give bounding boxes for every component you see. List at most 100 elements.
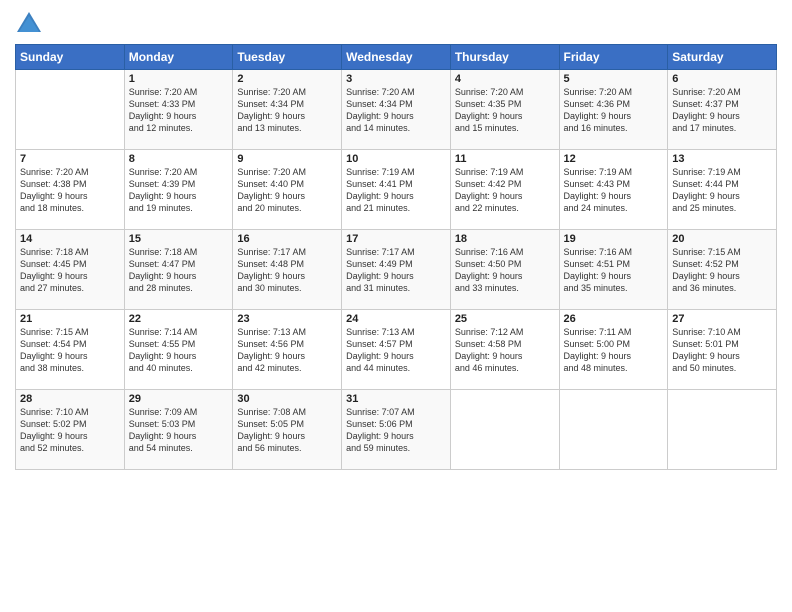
day-number: 12 [564, 153, 664, 165]
day-content: Sunrise: 7:07 AM Sunset: 5:06 PM Dayligh… [346, 406, 446, 455]
day-content: Sunrise: 7:10 AM Sunset: 5:01 PM Dayligh… [672, 326, 772, 375]
day-number: 8 [129, 153, 229, 165]
day-content: Sunrise: 7:13 AM Sunset: 4:57 PM Dayligh… [346, 326, 446, 375]
calendar-cell: 23Sunrise: 7:13 AM Sunset: 4:56 PM Dayli… [233, 310, 342, 390]
calendar-cell [668, 390, 777, 470]
calendar-cell: 2Sunrise: 7:20 AM Sunset: 4:34 PM Daylig… [233, 70, 342, 150]
calendar-cell: 18Sunrise: 7:16 AM Sunset: 4:50 PM Dayli… [450, 230, 559, 310]
logo-icon [15, 10, 43, 38]
calendar-week-5: 28Sunrise: 7:10 AM Sunset: 5:02 PM Dayli… [16, 390, 777, 470]
calendar-cell: 7Sunrise: 7:20 AM Sunset: 4:38 PM Daylig… [16, 150, 125, 230]
calendar-cell: 17Sunrise: 7:17 AM Sunset: 4:49 PM Dayli… [342, 230, 451, 310]
calendar-cell [559, 390, 668, 470]
calendar-cell [16, 70, 125, 150]
day-number: 9 [237, 153, 337, 165]
page: SundayMondayTuesdayWednesdayThursdayFrid… [0, 0, 792, 612]
day-number: 4 [455, 73, 555, 85]
column-header-thursday: Thursday [450, 45, 559, 70]
calendar-cell: 19Sunrise: 7:16 AM Sunset: 4:51 PM Dayli… [559, 230, 668, 310]
column-header-tuesday: Tuesday [233, 45, 342, 70]
calendar-table: SundayMondayTuesdayWednesdayThursdayFrid… [15, 44, 777, 470]
calendar-cell: 8Sunrise: 7:20 AM Sunset: 4:39 PM Daylig… [124, 150, 233, 230]
day-number: 21 [20, 313, 120, 325]
calendar-cell: 29Sunrise: 7:09 AM Sunset: 5:03 PM Dayli… [124, 390, 233, 470]
calendar-week-3: 14Sunrise: 7:18 AM Sunset: 4:45 PM Dayli… [16, 230, 777, 310]
day-content: Sunrise: 7:20 AM Sunset: 4:33 PM Dayligh… [129, 86, 229, 135]
day-content: Sunrise: 7:19 AM Sunset: 4:43 PM Dayligh… [564, 166, 664, 215]
day-content: Sunrise: 7:13 AM Sunset: 4:56 PM Dayligh… [237, 326, 337, 375]
day-number: 26 [564, 313, 664, 325]
day-number: 27 [672, 313, 772, 325]
day-content: Sunrise: 7:16 AM Sunset: 4:51 PM Dayligh… [564, 246, 664, 295]
day-content: Sunrise: 7:14 AM Sunset: 4:55 PM Dayligh… [129, 326, 229, 375]
day-content: Sunrise: 7:16 AM Sunset: 4:50 PM Dayligh… [455, 246, 555, 295]
calendar-cell: 26Sunrise: 7:11 AM Sunset: 5:00 PM Dayli… [559, 310, 668, 390]
day-content: Sunrise: 7:10 AM Sunset: 5:02 PM Dayligh… [20, 406, 120, 455]
day-content: Sunrise: 7:18 AM Sunset: 4:45 PM Dayligh… [20, 246, 120, 295]
day-content: Sunrise: 7:20 AM Sunset: 4:40 PM Dayligh… [237, 166, 337, 215]
calendar-week-1: 1Sunrise: 7:20 AM Sunset: 4:33 PM Daylig… [16, 70, 777, 150]
day-content: Sunrise: 7:20 AM Sunset: 4:34 PM Dayligh… [237, 86, 337, 135]
day-number: 28 [20, 393, 120, 405]
day-content: Sunrise: 7:09 AM Sunset: 5:03 PM Dayligh… [129, 406, 229, 455]
day-number: 1 [129, 73, 229, 85]
day-content: Sunrise: 7:20 AM Sunset: 4:34 PM Dayligh… [346, 86, 446, 135]
day-number: 2 [237, 73, 337, 85]
day-content: Sunrise: 7:15 AM Sunset: 4:52 PM Dayligh… [672, 246, 772, 295]
calendar-cell: 24Sunrise: 7:13 AM Sunset: 4:57 PM Dayli… [342, 310, 451, 390]
day-content: Sunrise: 7:20 AM Sunset: 4:37 PM Dayligh… [672, 86, 772, 135]
calendar-cell: 21Sunrise: 7:15 AM Sunset: 4:54 PM Dayli… [16, 310, 125, 390]
day-number: 19 [564, 233, 664, 245]
day-number: 25 [455, 313, 555, 325]
calendar-cell: 9Sunrise: 7:20 AM Sunset: 4:40 PM Daylig… [233, 150, 342, 230]
calendar-cell: 20Sunrise: 7:15 AM Sunset: 4:52 PM Dayli… [668, 230, 777, 310]
day-number: 11 [455, 153, 555, 165]
calendar-cell: 10Sunrise: 7:19 AM Sunset: 4:41 PM Dayli… [342, 150, 451, 230]
header [15, 10, 777, 38]
day-number: 20 [672, 233, 772, 245]
day-number: 7 [20, 153, 120, 165]
column-header-monday: Monday [124, 45, 233, 70]
day-number: 24 [346, 313, 446, 325]
day-number: 29 [129, 393, 229, 405]
day-content: Sunrise: 7:20 AM Sunset: 4:39 PM Dayligh… [129, 166, 229, 215]
calendar-cell: 6Sunrise: 7:20 AM Sunset: 4:37 PM Daylig… [668, 70, 777, 150]
day-number: 23 [237, 313, 337, 325]
calendar-cell: 31Sunrise: 7:07 AM Sunset: 5:06 PM Dayli… [342, 390, 451, 470]
day-number: 16 [237, 233, 337, 245]
day-number: 30 [237, 393, 337, 405]
column-header-friday: Friday [559, 45, 668, 70]
calendar-week-4: 21Sunrise: 7:15 AM Sunset: 4:54 PM Dayli… [16, 310, 777, 390]
day-number: 22 [129, 313, 229, 325]
calendar-cell: 3Sunrise: 7:20 AM Sunset: 4:34 PM Daylig… [342, 70, 451, 150]
day-number: 6 [672, 73, 772, 85]
day-content: Sunrise: 7:20 AM Sunset: 4:36 PM Dayligh… [564, 86, 664, 135]
calendar-cell: 12Sunrise: 7:19 AM Sunset: 4:43 PM Dayli… [559, 150, 668, 230]
calendar-cell: 25Sunrise: 7:12 AM Sunset: 4:58 PM Dayli… [450, 310, 559, 390]
day-number: 31 [346, 393, 446, 405]
calendar-cell: 4Sunrise: 7:20 AM Sunset: 4:35 PM Daylig… [450, 70, 559, 150]
calendar-cell [450, 390, 559, 470]
calendar-cell: 14Sunrise: 7:18 AM Sunset: 4:45 PM Dayli… [16, 230, 125, 310]
day-content: Sunrise: 7:17 AM Sunset: 4:48 PM Dayligh… [237, 246, 337, 295]
calendar-cell: 30Sunrise: 7:08 AM Sunset: 5:05 PM Dayli… [233, 390, 342, 470]
calendar-cell: 5Sunrise: 7:20 AM Sunset: 4:36 PM Daylig… [559, 70, 668, 150]
day-content: Sunrise: 7:11 AM Sunset: 5:00 PM Dayligh… [564, 326, 664, 375]
column-header-saturday: Saturday [668, 45, 777, 70]
day-content: Sunrise: 7:08 AM Sunset: 5:05 PM Dayligh… [237, 406, 337, 455]
calendar-cell: 16Sunrise: 7:17 AM Sunset: 4:48 PM Dayli… [233, 230, 342, 310]
day-number: 3 [346, 73, 446, 85]
calendar-cell: 28Sunrise: 7:10 AM Sunset: 5:02 PM Dayli… [16, 390, 125, 470]
day-content: Sunrise: 7:17 AM Sunset: 4:49 PM Dayligh… [346, 246, 446, 295]
day-number: 5 [564, 73, 664, 85]
day-content: Sunrise: 7:18 AM Sunset: 4:47 PM Dayligh… [129, 246, 229, 295]
logo [15, 10, 47, 38]
day-content: Sunrise: 7:15 AM Sunset: 4:54 PM Dayligh… [20, 326, 120, 375]
day-content: Sunrise: 7:19 AM Sunset: 4:42 PM Dayligh… [455, 166, 555, 215]
day-number: 14 [20, 233, 120, 245]
column-header-wednesday: Wednesday [342, 45, 451, 70]
calendar-cell: 13Sunrise: 7:19 AM Sunset: 4:44 PM Dayli… [668, 150, 777, 230]
calendar-header-row: SundayMondayTuesdayWednesdayThursdayFrid… [16, 45, 777, 70]
day-content: Sunrise: 7:12 AM Sunset: 4:58 PM Dayligh… [455, 326, 555, 375]
calendar-cell: 22Sunrise: 7:14 AM Sunset: 4:55 PM Dayli… [124, 310, 233, 390]
